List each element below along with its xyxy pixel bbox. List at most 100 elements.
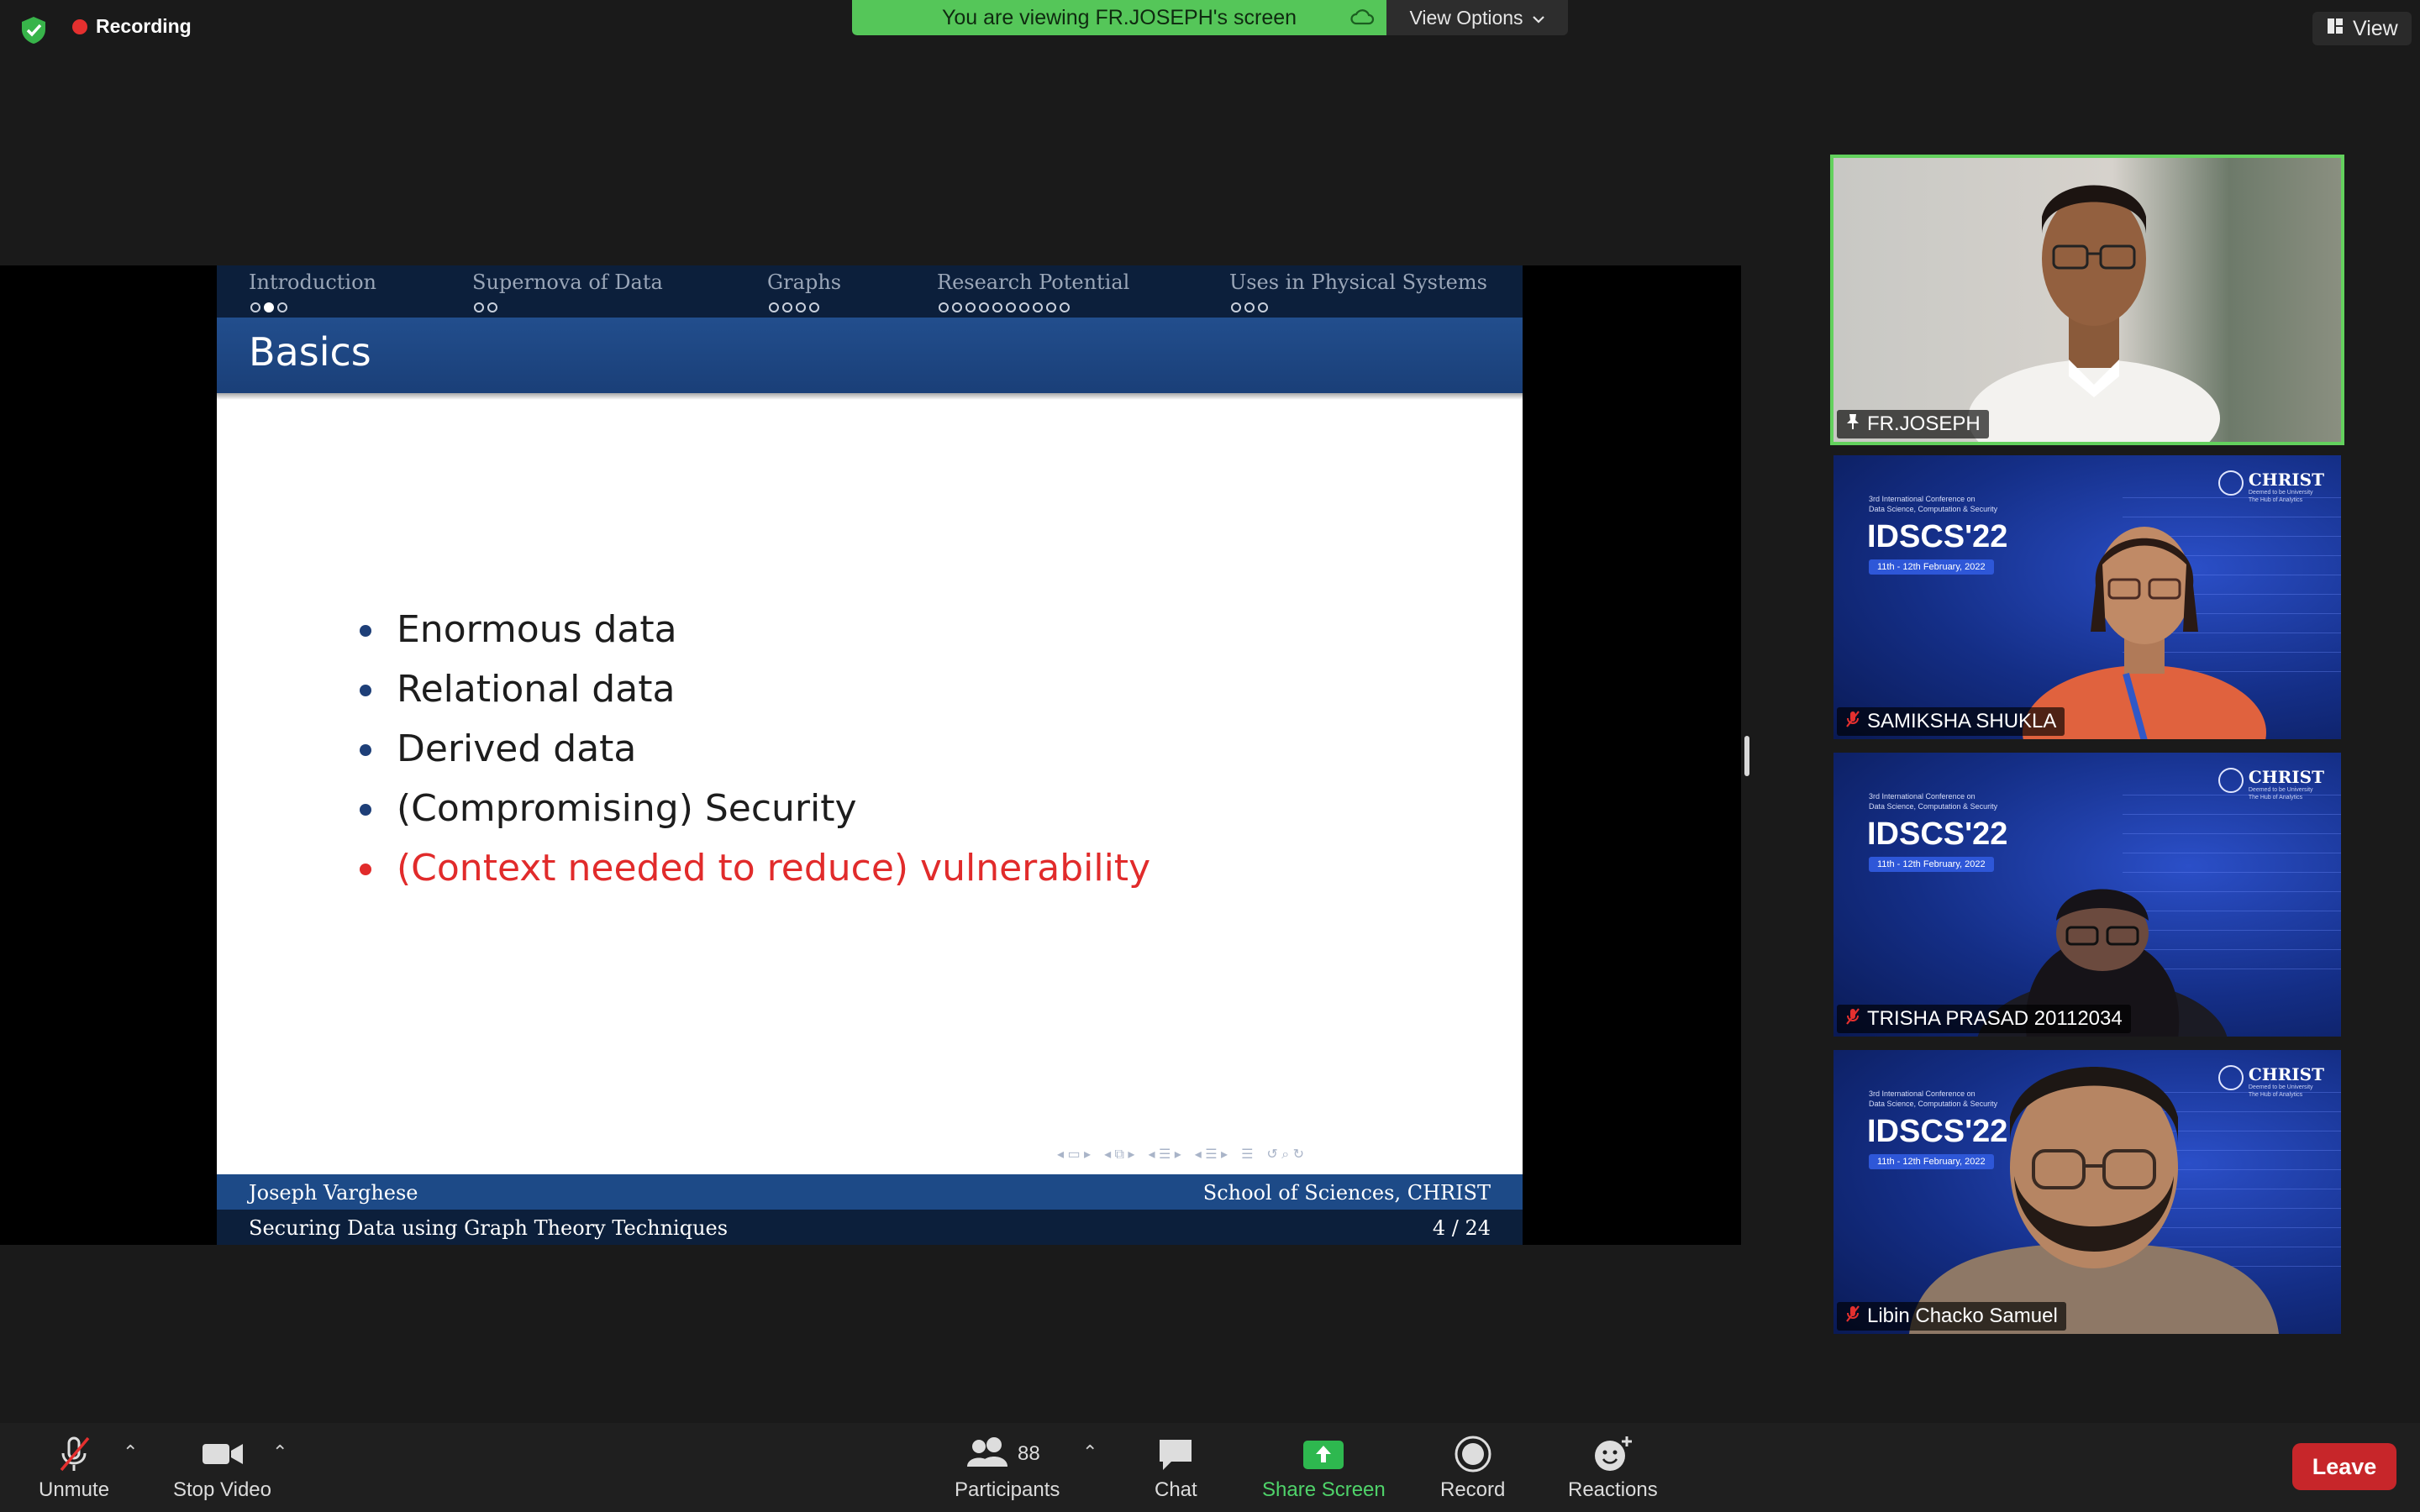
slide-bullet-list: Enormous data Relational data Derived da… bbox=[360, 600, 1150, 898]
slide-title-bar: Basics bbox=[217, 318, 1523, 400]
view-options-label: View Options bbox=[1409, 6, 1523, 29]
participant-video-image bbox=[1968, 185, 2220, 442]
nav-dots-graphs bbox=[769, 302, 819, 312]
nav-dot[interactable] bbox=[1006, 302, 1016, 312]
nav-dot[interactable] bbox=[474, 302, 484, 312]
nav-dot[interactable] bbox=[796, 302, 806, 312]
nav-dot[interactable] bbox=[1019, 302, 1029, 312]
nav-section-research[interactable]: Research Potential bbox=[937, 270, 1129, 294]
section-nav-icon[interactable]: ◂ ☰ ▸ bbox=[1148, 1146, 1181, 1163]
university-seal-icon bbox=[2217, 768, 2244, 793]
university-logo: CHRIST Deemed to be University The Hub o… bbox=[2217, 768, 2324, 801]
security-shield-icon[interactable] bbox=[18, 15, 49, 45]
participant-name-tag: FR.JOSEPH bbox=[1837, 410, 1989, 438]
conference-subtitle: 3rd International Conference on Data Sci… bbox=[1869, 495, 1998, 513]
mic-muted-icon bbox=[1845, 1305, 1860, 1329]
bullet-item: Enormous data bbox=[360, 600, 1150, 659]
nav-dot[interactable] bbox=[979, 302, 989, 312]
participant-video-image bbox=[2023, 527, 2266, 739]
nav-dot[interactable] bbox=[1033, 302, 1043, 312]
nav-dot[interactable] bbox=[1231, 302, 1241, 312]
stop-video-button[interactable]: Stop Video bbox=[173, 1435, 271, 1502]
nav-dot[interactable] bbox=[1244, 302, 1255, 312]
participant-name: Libin Chacko Samuel bbox=[1867, 1305, 2058, 1327]
slide-title: Basics bbox=[249, 329, 371, 375]
nav-dot[interactable] bbox=[782, 302, 792, 312]
nav-dots-physical-systems bbox=[1231, 302, 1268, 312]
view-options-button[interactable]: View Options bbox=[1386, 0, 1568, 35]
participant-video-image bbox=[1909, 1067, 2279, 1334]
nav-dot[interactable] bbox=[992, 302, 1002, 312]
search-back-icon[interactable]: ↺ ⌕ ↻ bbox=[1266, 1146, 1304, 1163]
reactions-label: Reactions bbox=[1568, 1478, 1658, 1501]
svg-text:88: 88 bbox=[1018, 1442, 1040, 1465]
audio-options-caret-icon[interactable]: ⌃ bbox=[123, 1441, 138, 1463]
conference-title: IDSCS'22 bbox=[1867, 519, 2008, 554]
slide-page-number: 4 / 24 bbox=[1432, 1216, 1491, 1240]
nav-dot[interactable] bbox=[487, 302, 497, 312]
participant-name-tag: SAMIKSHA SHUKLA bbox=[1837, 707, 2065, 736]
participant-name-tag: TRISHA PRASAD 20112034 bbox=[1837, 1005, 2131, 1033]
participant-name: FR.JOSEPH bbox=[1867, 412, 1981, 435]
beamer-navigation-controls[interactable]: ◂ ▭ ▸ ◂ ⧉ ▸ ◂ ☰ ▸ ◂ ☰ ▸ ☰ ↺ ⌕ ↻ bbox=[1057, 1146, 1304, 1163]
mic-muted-icon bbox=[1845, 1007, 1860, 1032]
participants-button[interactable]: 88 Participants bbox=[955, 1435, 1060, 1502]
nav-dot[interactable] bbox=[769, 302, 779, 312]
participant-name-tag: Libin Chacko Samuel bbox=[1837, 1302, 2066, 1331]
nav-dot[interactable] bbox=[952, 302, 962, 312]
cloud-icon bbox=[1349, 7, 1375, 33]
participants-caret-icon[interactable]: ⌃ bbox=[1082, 1441, 1097, 1463]
nav-dot[interactable] bbox=[1046, 302, 1056, 312]
video-options-caret-icon[interactable]: ⌃ bbox=[272, 1441, 287, 1463]
share-screen-button[interactable]: Share Screen bbox=[1262, 1435, 1386, 1502]
nav-dots-supernova bbox=[474, 302, 497, 312]
nav-dot[interactable] bbox=[1258, 302, 1268, 312]
leave-button[interactable]: Leave bbox=[2292, 1443, 2396, 1490]
view-layout-button[interactable]: View bbox=[2312, 12, 2412, 45]
nav-dots-research bbox=[939, 302, 1070, 312]
slide-navigation-bar: Introduction Supernova of Data Graphs Re… bbox=[217, 265, 1523, 318]
video-tile-fr-joseph[interactable]: FR.JOSEPH bbox=[1833, 158, 2341, 442]
grid-layout-icon bbox=[2326, 17, 2344, 41]
unmute-button[interactable]: Unmute bbox=[39, 1435, 109, 1502]
nav-dot[interactable] bbox=[965, 302, 976, 312]
nav-section-graphs[interactable]: Graphs bbox=[767, 270, 841, 294]
nav-dot[interactable] bbox=[277, 302, 287, 312]
slide-footer-bottom: Securing Data using Graph Theory Techniq… bbox=[217, 1210, 1523, 1245]
subsection-nav-icon[interactable]: ◂ ⧉ ▸ bbox=[1104, 1146, 1134, 1163]
slide-footer-top: Joseph Varghese School of Sciences, CHRI… bbox=[217, 1174, 1523, 1210]
presentation-slide: Introduction Supernova of Data Graphs Re… bbox=[217, 265, 1523, 1245]
nav-dots-introduction bbox=[250, 302, 287, 312]
toc-icon[interactable]: ☰ bbox=[1241, 1146, 1253, 1163]
video-camera-icon bbox=[200, 1435, 245, 1473]
mic-muted-icon bbox=[55, 1435, 93, 1473]
reactions-button[interactable]: Reactions bbox=[1568, 1435, 1658, 1502]
panel-resize-handle[interactable] bbox=[1744, 736, 1749, 776]
add-reaction-icon bbox=[1591, 1435, 1634, 1473]
nav-section-introduction[interactable]: Introduction bbox=[249, 270, 376, 294]
video-tile-libin-chacko-samuel[interactable]: 3rd International Conference on Data Sci… bbox=[1833, 1050, 2341, 1334]
record-icon bbox=[1454, 1435, 1492, 1473]
banner-text: You are viewing FR.JOSEPH's screen bbox=[941, 5, 1297, 29]
conference-subtitle: 3rd International Conference on Data Sci… bbox=[1869, 792, 1998, 811]
nav-section-supernova[interactable]: Supernova of Data bbox=[472, 270, 663, 294]
chat-button[interactable]: Chat bbox=[1155, 1435, 1197, 1502]
nav-section-physical-systems[interactable]: Uses in Physical Systems bbox=[1229, 270, 1487, 294]
chevron-down-icon bbox=[1532, 7, 1545, 29]
conference-title: IDSCS'22 bbox=[1867, 816, 2008, 852]
nav-dot[interactable] bbox=[809, 302, 819, 312]
nav-dot[interactable] bbox=[250, 302, 260, 312]
nav-dot[interactable] bbox=[939, 302, 949, 312]
nav-dot[interactable] bbox=[1060, 302, 1070, 312]
record-button[interactable]: Record bbox=[1440, 1435, 1505, 1502]
meeting-toolbar bbox=[0, 1423, 2420, 1512]
frame-nav-icon[interactable]: ◂ ▭ ▸ bbox=[1057, 1146, 1091, 1163]
video-tile-trisha-prasad[interactable]: 3rd International Conference on Data Sci… bbox=[1833, 753, 2341, 1037]
nav-dot-current[interactable] bbox=[264, 302, 274, 312]
participants-icon: 88 bbox=[965, 1435, 1050, 1473]
recording-indicator[interactable]: Recording bbox=[72, 15, 192, 38]
video-tile-samiksha-shukla[interactable]: 3rd International Conference on Data Sci… bbox=[1833, 455, 2341, 739]
conference-dates: 11th - 12th February, 2022 bbox=[1869, 559, 1994, 575]
section-nav-icon[interactable]: ◂ ☰ ▸ bbox=[1195, 1146, 1228, 1163]
screen-share-banner: You are viewing FR.JOSEPH's screen bbox=[852, 0, 1386, 35]
